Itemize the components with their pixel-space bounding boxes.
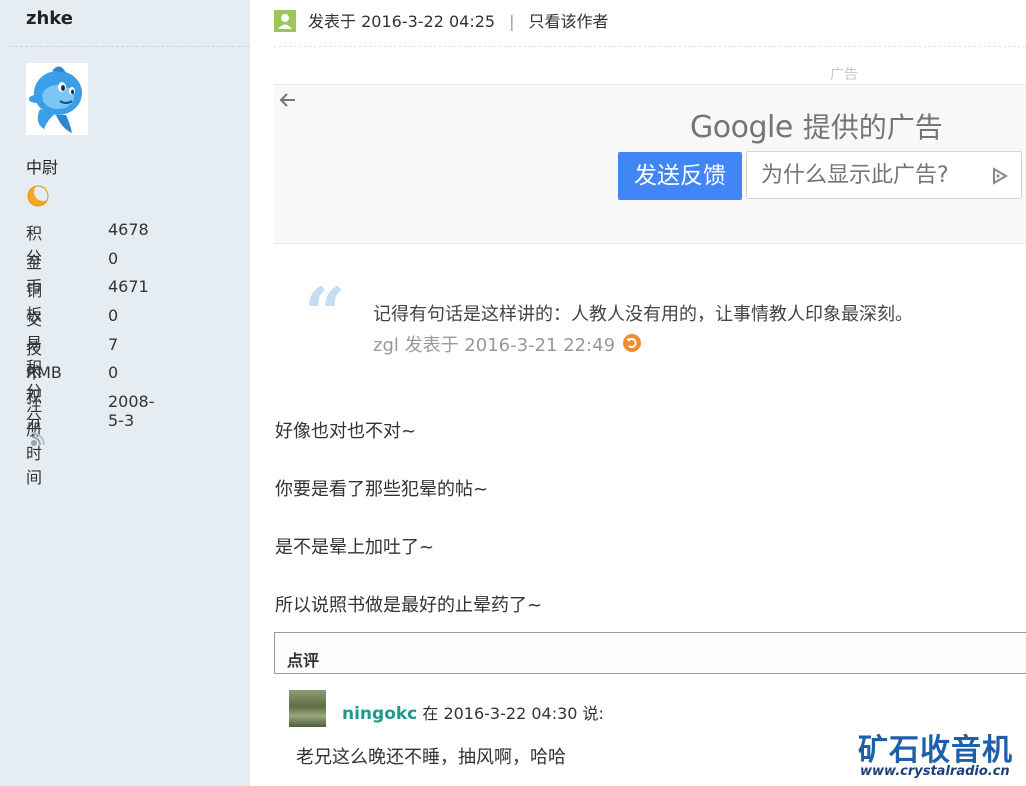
moon-icon	[27, 184, 50, 207]
divider	[274, 46, 1026, 47]
comment-meta: ningokc 在 2016-3-22 04:30 说:	[342, 700, 604, 724]
watermark-url: www.crystalradio.cn	[860, 764, 1010, 779]
avatar[interactable]	[26, 63, 88, 135]
google-logo: Google	[690, 110, 793, 145]
ad-attribution: Google 提供的广告	[690, 106, 943, 146]
ad-provided-text: 提供的广告	[802, 111, 943, 144]
online-status-icon	[274, 10, 296, 32]
why-this-ad-label: 为什么显示此广告?	[761, 163, 949, 188]
stat-label: RMB	[26, 363, 62, 383]
comment-text: 老兄这么晚还不睡，抽风啊，哈哈	[296, 747, 566, 768]
post-time: 发表于 2016-3-22 04:25	[308, 12, 496, 31]
send-feedback-button[interactable]: 发送反馈	[618, 152, 742, 200]
commenter-name[interactable]: ningokc	[342, 704, 417, 724]
watermark-title: 矿石收音机	[858, 733, 1013, 768]
commenter-avatar[interactable]	[289, 690, 326, 727]
user-rank: 中尉	[26, 158, 59, 177]
divider	[10, 46, 250, 47]
comments-title: 点评	[287, 651, 320, 670]
user-sidebar: zhke 中尉 积分 4678 金币 0 铜板 4671 交易积分 0 技术积分 7 RM…	[0, 0, 250, 786]
stat-value[interactable]: 4678	[108, 220, 149, 239]
site-watermark: 矿石收音机 www.crystalradio.cn	[858, 725, 1026, 785]
post-paragraph: 你要是看了那些犯晕的帖~	[275, 479, 489, 500]
stat-value: 0	[108, 248, 119, 268]
separator: |	[509, 12, 515, 31]
adchoices-icon	[993, 167, 1008, 185]
username[interactable]: zhke	[26, 8, 73, 29]
quote-text: 记得有句话是这样讲的：人教人没有用的，让事情教人印象最深刻。	[373, 304, 913, 325]
why-this-ad-button[interactable]: 为什么显示此广告?	[746, 151, 1022, 199]
quote-author-time: zgl 发表于 2016-3-21 22:49	[373, 335, 616, 356]
rss-feed-icon[interactable]	[30, 431, 46, 447]
back-arrow-icon[interactable]	[278, 90, 298, 115]
quote-source: zgl 发表于 2016-3-21 22:49	[373, 331, 642, 357]
post-header: 发表于 2016-3-22 04:25 | 只看该作者	[274, 8, 609, 32]
ad-label: 广告	[830, 67, 858, 83]
jump-to-post-icon[interactable]	[623, 334, 642, 352]
quote-mark-icon: “	[304, 271, 346, 356]
post-paragraph: 是不是晕上加吐了~	[275, 537, 435, 558]
stat-value: 7	[108, 334, 119, 354]
stat-value: 4671	[108, 277, 149, 297]
stat-value: 0	[108, 306, 119, 326]
post-paragraph: 好像也对也不对~	[275, 421, 417, 442]
comments-header	[274, 632, 1026, 674]
post-paragraph: 所以说照书做是最好的止晕药了~	[275, 595, 543, 616]
stat-value: 0	[108, 363, 119, 383]
comment-time: 在 2016-3-22 04:30 说:	[417, 704, 604, 723]
author-only-link[interactable]: 只看该作者	[528, 12, 608, 31]
dolphin-avatar-icon	[29, 66, 82, 133]
stat-value: 2008-5-3	[108, 392, 155, 431]
